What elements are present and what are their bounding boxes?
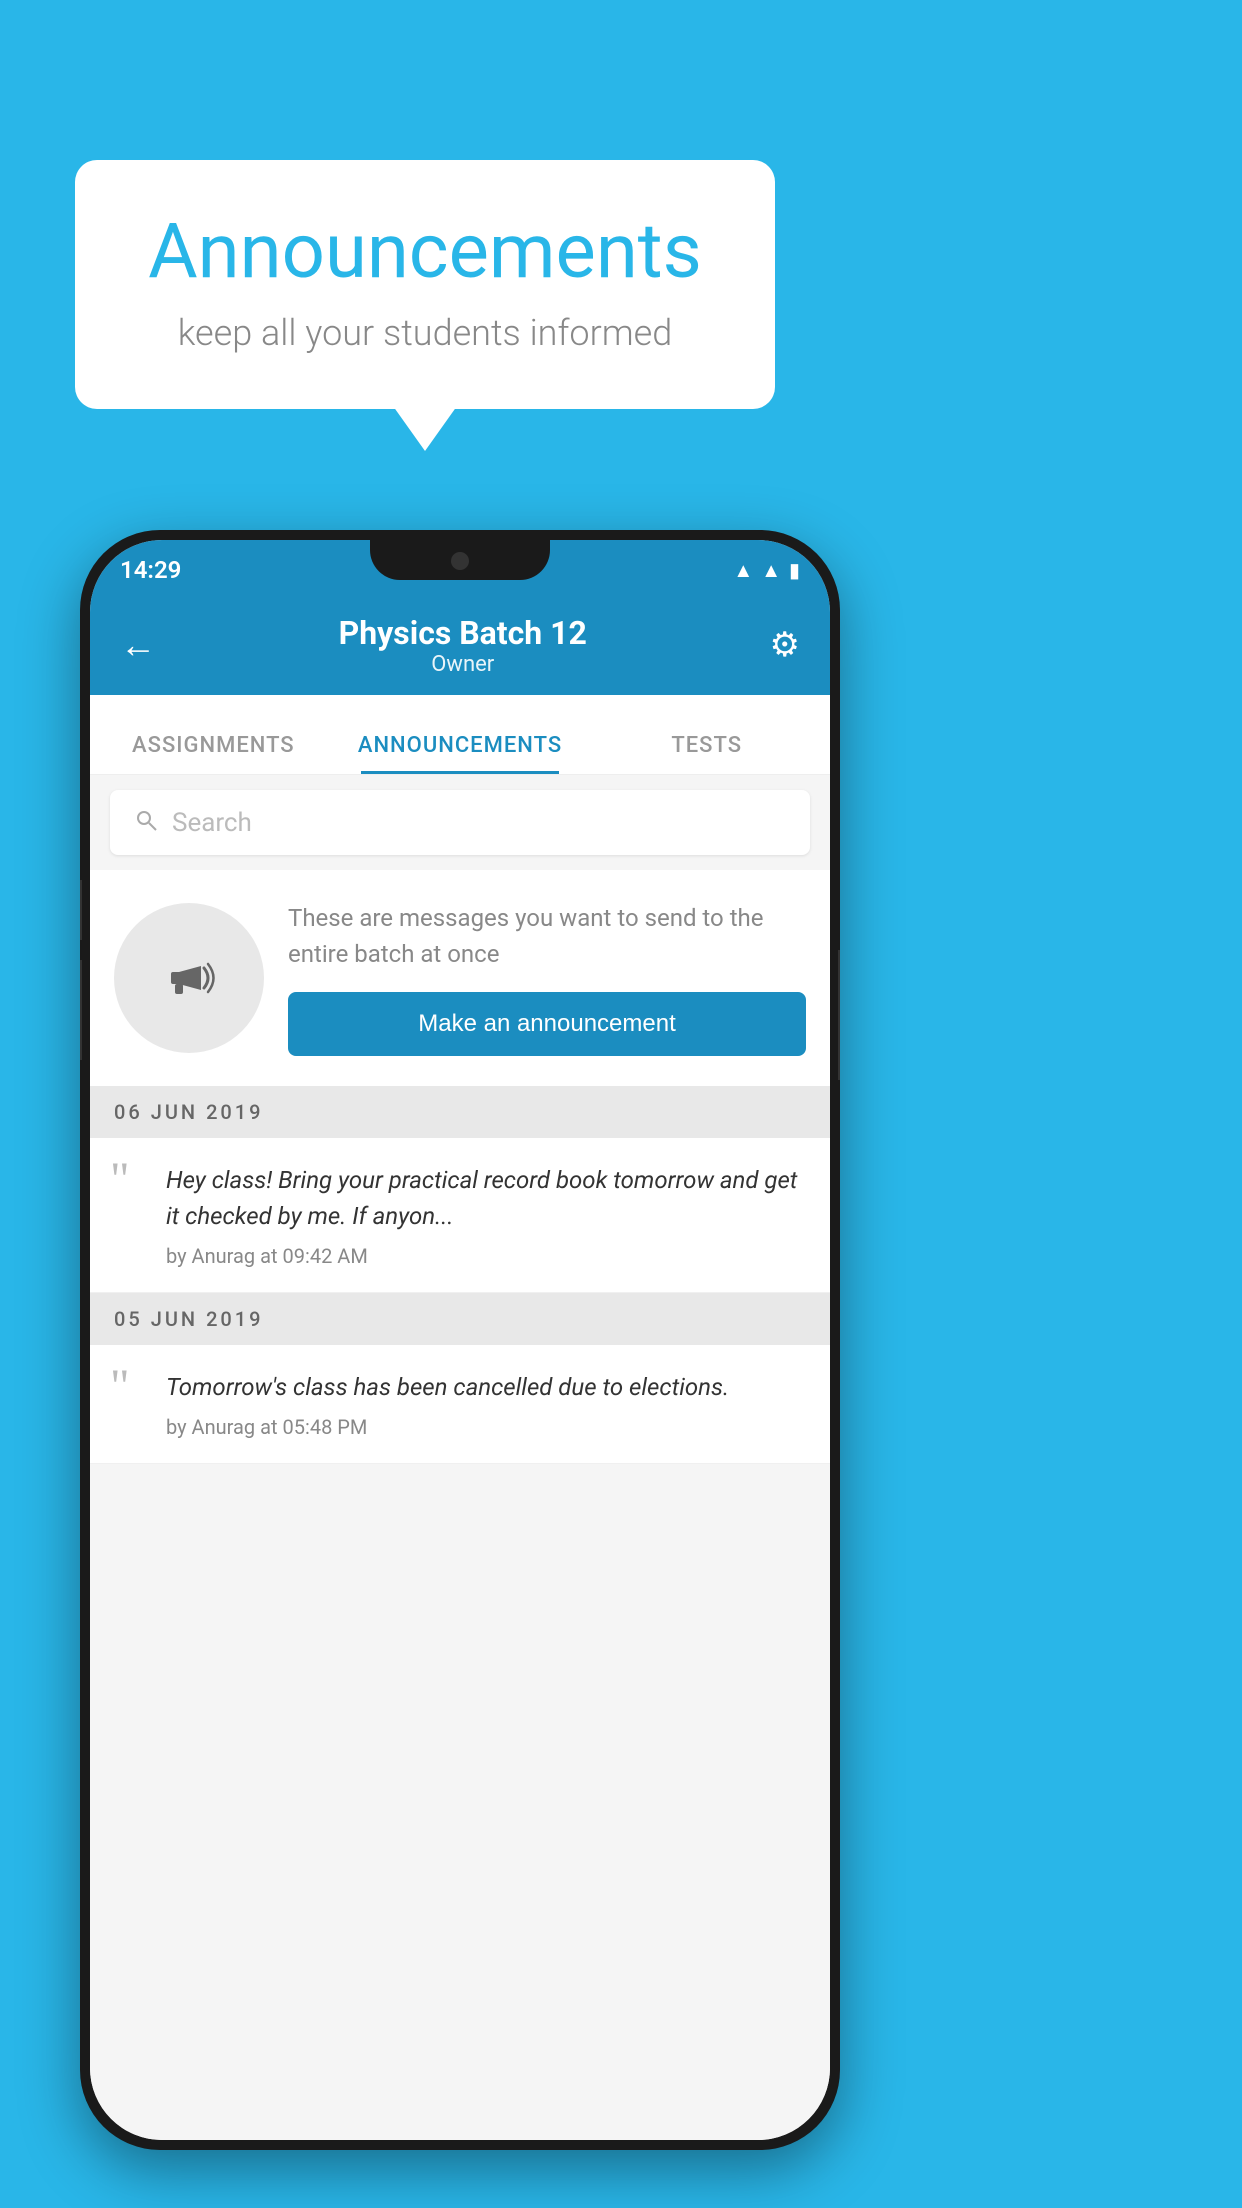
tab-tests[interactable]: TESTS: [583, 733, 830, 774]
tabs-bar: ASSIGNMENTS ANNOUNCEMENTS TESTS: [90, 695, 830, 775]
promo-description: These are messages you want to send to t…: [288, 900, 806, 972]
tab-announcements[interactable]: ANNOUNCEMENTS: [337, 733, 584, 774]
side-button-vol-down: [80, 960, 82, 1060]
promo-right: These are messages you want to send to t…: [288, 900, 806, 1056]
quote-icon-2: ": [110, 1363, 146, 1411]
status-icons: ▲ ▲ ▮: [733, 553, 800, 583]
announcement-content-1: Hey class! Bring your practical record b…: [166, 1162, 806, 1268]
announcement-text-1: Hey class! Bring your practical record b…: [166, 1162, 806, 1234]
back-button[interactable]: ←: [120, 624, 156, 666]
date-separator-2: 05 JUN 2019: [90, 1293, 830, 1345]
quote-icon-1: ": [110, 1156, 146, 1204]
phone-frame: 14:29 ▲ ▲ ▮ ← Physics Batch 12 Owner ⚙ A…: [80, 530, 840, 2150]
make-announcement-button[interactable]: Make an announcement: [288, 992, 806, 1056]
settings-icon[interactable]: ⚙: [770, 625, 800, 665]
search-icon: [134, 806, 158, 839]
side-button-power: [838, 950, 840, 1080]
announcement-meta-1: by Anurag at 09:42 AM: [166, 1244, 806, 1268]
phone-notch: [370, 540, 550, 580]
wifi-icon: ▲: [733, 558, 753, 583]
front-camera: [451, 552, 469, 570]
announcement-content-2: Tomorrow's class has been cancelled due …: [166, 1369, 729, 1439]
tab-assignments[interactable]: ASSIGNMENTS: [90, 733, 337, 774]
search-bar[interactable]: Search: [110, 790, 810, 855]
promo-card: These are messages you want to send to t…: [90, 870, 830, 1086]
announcement-text-2: Tomorrow's class has been cancelled due …: [166, 1369, 729, 1405]
phone-screen: 14:29 ▲ ▲ ▮ ← Physics Batch 12 Owner ⚙ A…: [90, 540, 830, 2140]
bubble-subtitle: keep all your students informed: [135, 312, 715, 354]
app-bar-subtitle: Owner: [339, 652, 587, 677]
speech-bubble: Announcements keep all your students inf…: [75, 160, 775, 409]
content-area: Search These are messages you want to se…: [90, 775, 830, 2140]
date-separator-1: 06 JUN 2019: [90, 1086, 830, 1138]
search-placeholder: Search: [172, 808, 252, 838]
app-bar-title: Physics Batch 12: [339, 614, 587, 652]
announcement-item-1[interactable]: " Hey class! Bring your practical record…: [90, 1138, 830, 1293]
signal-icon: ▲: [761, 558, 781, 583]
bubble-title: Announcements: [135, 210, 715, 294]
side-button-vol-up: [80, 880, 82, 940]
announcement-item-2[interactable]: " Tomorrow's class has been cancelled du…: [90, 1345, 830, 1464]
app-bar-center: Physics Batch 12 Owner: [339, 614, 587, 677]
app-bar: ← Physics Batch 12 Owner ⚙: [90, 595, 830, 695]
status-time: 14:29: [120, 551, 181, 584]
announcement-meta-2: by Anurag at 05:48 PM: [166, 1415, 729, 1439]
promo-icon-circle: [114, 903, 264, 1053]
battery-icon: ▮: [789, 558, 800, 582]
